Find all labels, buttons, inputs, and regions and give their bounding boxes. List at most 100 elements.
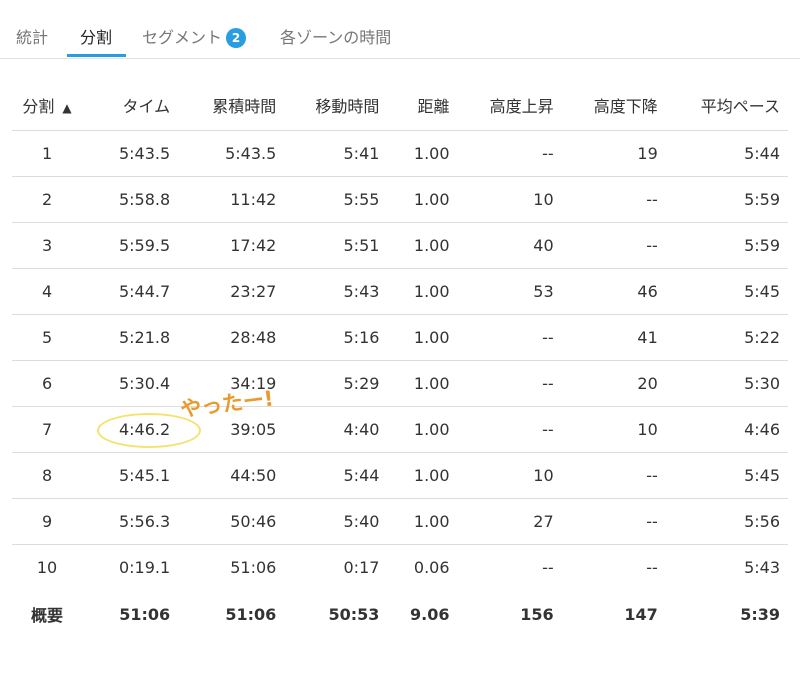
tab-segments[interactable]: セグメント 2 <box>142 24 247 48</box>
split-time-cell: 4:46.2 <box>82 406 171 453</box>
distance-cell: 1.00 <box>379 498 450 545</box>
moving-time-cell: 5:41 <box>276 130 380 177</box>
split-time-cell: 5:58.8 <box>82 176 171 223</box>
column-header-elapsed-time[interactable]: 累積時間 <box>170 80 276 131</box>
elevation-gain-cell: 10 <box>449 452 554 499</box>
summary-row: 概要 51:06 51:06 50:53 9.06 156 147 5:39 <box>12 590 788 638</box>
avg-pace-cell: 5:56 <box>657 498 788 545</box>
distance-cell: 1.00 <box>379 130 450 177</box>
split-time-cell: 5:56.3 <box>82 498 171 545</box>
elapsed-time-cell: 44:50 <box>170 452 277 499</box>
split-number-cell: 5 <box>12 314 83 361</box>
elapsed-time-cell: 17:42 <box>170 222 277 269</box>
tab-splits[interactable]: 分割 <box>80 24 112 48</box>
elapsed-time-cell: 51:06 <box>230 558 277 577</box>
elevation-gain-cell: 53 <box>449 268 554 315</box>
splits-table: 分割 ▲ タイム 累積時間 移動時間 距離 高度上昇 高度下降 平均ペース 1 5:… <box>12 80 788 638</box>
splits-table-body: 1 5:43.5 5:43.5 5:41 1.00 -- 19 5:44 2 5:58.8 11:4… <box>12 130 788 591</box>
elapsed-time-cell: 11:42 <box>170 176 277 223</box>
split-number-cell: 2 <box>12 176 83 223</box>
moving-time-cell: 5:16 <box>276 314 380 361</box>
table-row: 10 0:19.1 51:06 0:17 0.06 -- -- 5:43 <box>12 545 788 591</box>
elevation-loss-cell: 41 <box>553 314 658 361</box>
tab-bar: 統計 分割 セグメント 2 各ゾーンの時間 <box>0 0 800 59</box>
summary-distance: 9.06 <box>410 604 450 624</box>
elevation-gain-cell: -- <box>449 406 554 453</box>
elapsed-time-cell: 5:43.5 <box>170 130 277 177</box>
split-number-cell: 1 <box>12 130 83 177</box>
table-row: 7 4:46.2 39:05 4:40 1.00 -- 10 4:46 <box>12 406 788 453</box>
moving-time-cell: 5:29 <box>276 360 380 407</box>
distance-cell: 0.06 <box>413 558 450 577</box>
summary-moving-time: 50:53 <box>328 604 380 624</box>
table-row: 1 5:43.5 5:43.5 5:41 1.00 -- 19 5:44 <box>12 130 788 177</box>
distance-cell: 1.00 <box>379 176 450 223</box>
segments-count-badge: 2 <box>226 28 247 48</box>
tab-zone-time[interactable]: 各ゾーンの時間 <box>280 24 391 48</box>
table-row: 5 5:21.8 28:48 5:16 1.00 -- 41 5:22 <box>12 314 788 361</box>
elevation-loss-cell: 19 <box>553 130 658 177</box>
elapsed-time-cell: 28:48 <box>170 314 277 361</box>
moving-time-cell: 4:40 <box>276 406 380 453</box>
table-row: 3 5:59.5 17:42 5:51 1.00 40 -- 5:59 <box>12 222 788 269</box>
elevation-gain-cell: -- <box>542 558 554 577</box>
column-header-elevation-gain[interactable]: 高度上昇 <box>450 80 554 131</box>
elevation-gain-cell: 27 <box>449 498 554 545</box>
avg-pace-cell: 5:44 <box>657 130 788 177</box>
elevation-loss-cell: -- <box>553 176 658 223</box>
table-row: 2 5:58.8 11:42 5:55 1.00 10 -- 5:59 <box>12 176 788 223</box>
avg-pace-cell: 4:46 <box>657 406 788 453</box>
summary-elevation-loss: 147 <box>624 604 658 624</box>
elapsed-time-cell: 50:46 <box>170 498 277 545</box>
column-header-elevation-loss[interactable]: 高度下降 <box>554 80 658 131</box>
elevation-loss-cell: -- <box>553 222 658 269</box>
elevation-loss-cell: -- <box>553 498 658 545</box>
moving-time-cell: 5:44 <box>276 452 380 499</box>
elevation-loss-cell: -- <box>646 558 658 577</box>
split-time-cell: 5:59.5 <box>82 222 171 269</box>
elevation-gain-cell: 10 <box>449 176 554 223</box>
elevation-gain-cell: -- <box>449 314 554 361</box>
column-header-moving-time[interactable]: 移動時間 <box>276 80 379 131</box>
distance-cell: 1.00 <box>379 452 450 499</box>
avg-pace-cell: 5:45 <box>657 452 788 499</box>
split-time-cell: 5:30.4 <box>82 360 171 407</box>
column-header-distance[interactable]: 距離 <box>379 80 450 131</box>
column-header-time[interactable]: タイム <box>82 80 171 131</box>
column-header-split-label: 分割 <box>22 97 55 116</box>
split-time-cell: 5:43.5 <box>82 130 171 177</box>
elevation-gain-cell: -- <box>449 360 554 407</box>
distance-cell: 1.00 <box>379 222 450 269</box>
avg-pace-cell: 5:59 <box>657 222 788 269</box>
distance-cell: 1.00 <box>379 314 450 361</box>
split-number-cell: 7 <box>12 406 83 453</box>
split-time-cell: 0:19.1 <box>118 558 171 577</box>
tab-segments-label: セグメント <box>142 28 223 47</box>
summary-elevation-gain: 156 <box>520 604 554 624</box>
summary-avg-pace: 5:39 <box>740 604 780 624</box>
distance-cell: 1.00 <box>379 360 450 407</box>
moving-time-cell: 5:51 <box>276 222 380 269</box>
split-number-cell: 10 <box>36 558 58 577</box>
table-row: 6 5:30.4 34:19 5:29 1.00 -- 20 5:30 <box>12 360 788 407</box>
split-number-cell: 9 <box>12 498 83 545</box>
moving-time-cell: 0:17 <box>343 558 380 577</box>
avg-pace-cell: 5:22 <box>657 314 788 361</box>
split-time-cell: 5:45.1 <box>82 452 171 499</box>
table-header-row: 分割 ▲ タイム 累積時間 移動時間 距離 高度上昇 高度下降 平均ペース <box>12 80 788 131</box>
avg-pace-cell: 5:59 <box>657 176 788 223</box>
column-header-split[interactable]: 分割 ▲ <box>12 80 82 131</box>
table-row: 4 5:44.7 23:27 5:43 1.00 53 46 5:45 <box>12 268 788 315</box>
avg-pace-cell: 5:30 <box>657 360 788 407</box>
elevation-gain-cell: -- <box>449 130 554 177</box>
split-number-cell: 8 <box>12 452 83 499</box>
avg-pace-cell: 5:43 <box>744 558 780 577</box>
split-number-cell: 4 <box>12 268 83 315</box>
elevation-loss-cell: 46 <box>553 268 658 315</box>
table-row: 8 5:45.1 44:50 5:44 1.00 10 -- 5:45 <box>12 452 788 499</box>
tab-stats[interactable]: 統計 <box>16 24 48 48</box>
column-header-avg-pace[interactable]: 平均ペース <box>658 80 788 131</box>
summary-elapsed-time: 51:06 <box>225 604 277 624</box>
moving-time-cell: 5:43 <box>276 268 380 315</box>
distance-cell: 1.00 <box>379 406 450 453</box>
